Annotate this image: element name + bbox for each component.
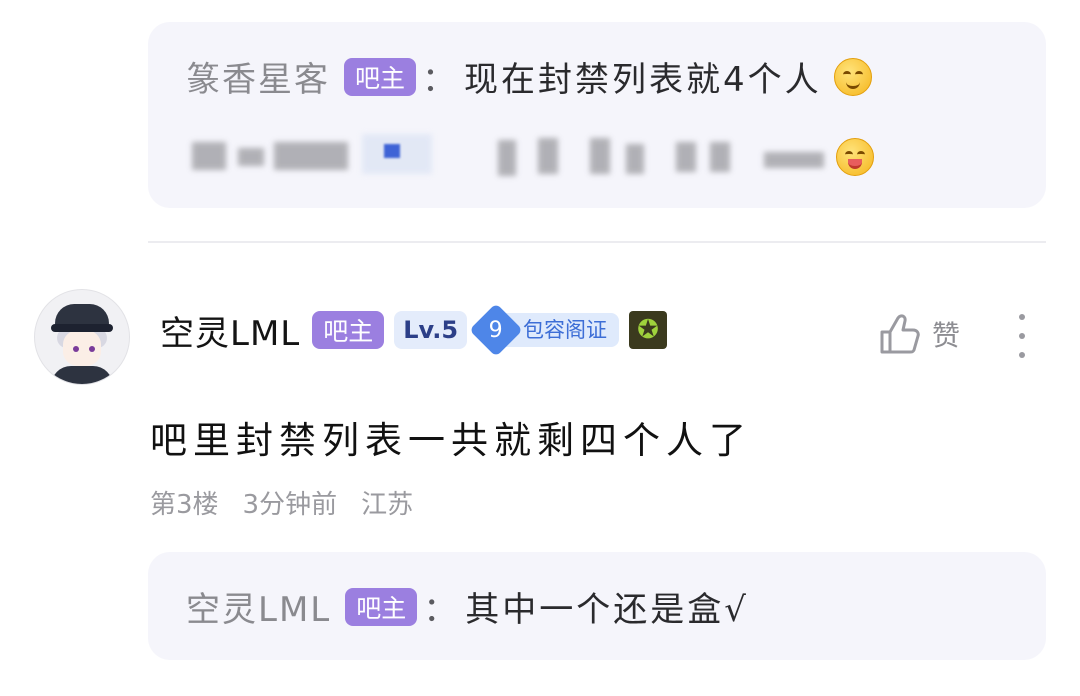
- reply-line: 篆香星客 吧主 ： 现在封禁列表就4个人: [186, 52, 872, 101]
- divider: [148, 241, 1046, 243]
- post-author-line: 空灵LML 吧主 Lv.5 9 包容阁证 ✪: [160, 303, 668, 357]
- tongue-face-icon: [836, 138, 874, 176]
- star-medal-icon[interactable]: ✪: [629, 311, 668, 349]
- post-location: 江苏: [361, 490, 414, 520]
- post-time: 3分钟前: [242, 490, 338, 520]
- certificate-badge[interactable]: 9 包容阁证: [469, 303, 620, 357]
- owner-badge: 吧主: [312, 311, 385, 349]
- level-badge: Lv.5: [394, 311, 468, 349]
- reply-line: 空灵LML 吧主 ： 其中一个还是盒√: [186, 582, 749, 631]
- more-options-icon[interactable]: [1010, 314, 1034, 358]
- redacted-text: [186, 134, 906, 184]
- smiling-face-icon: [833, 57, 872, 96]
- reply-box-bottom[interactable]: 空灵LML 吧主 ： 其中一个还是盒√: [148, 552, 1046, 660]
- owner-badge: 吧主: [344, 57, 417, 96]
- reply-username[interactable]: 篆香星客: [186, 52, 330, 101]
- certificate-label: 包容阁证: [505, 313, 620, 347]
- certificate-level-icon: 9: [469, 303, 523, 357]
- reply-username[interactable]: 空灵LML: [186, 582, 331, 631]
- floor-number: 第3楼: [150, 490, 219, 520]
- like-button[interactable]: 赞: [878, 312, 960, 356]
- like-label: 赞: [932, 319, 961, 352]
- post-meta: 第3楼 3分钟前 江苏: [150, 484, 413, 521]
- post-username[interactable]: 空灵LML: [160, 306, 300, 355]
- reply-text: 其中一个还是盒√: [465, 590, 749, 630]
- reply-text: 现在封禁列表就4个人: [464, 60, 822, 100]
- reply-colon: ：: [423, 590, 458, 630]
- reply-box-top[interactable]: 篆香星客 吧主 ： 现在封禁列表就4个人: [148, 22, 1046, 208]
- thumbs-up-icon: [880, 314, 920, 354]
- post-content: 吧里封禁列表一共就剩四个人了: [150, 419, 752, 462]
- owner-badge: 吧主: [345, 587, 418, 626]
- avatar[interactable]: [34, 289, 130, 385]
- reply-colon: ：: [422, 60, 457, 100]
